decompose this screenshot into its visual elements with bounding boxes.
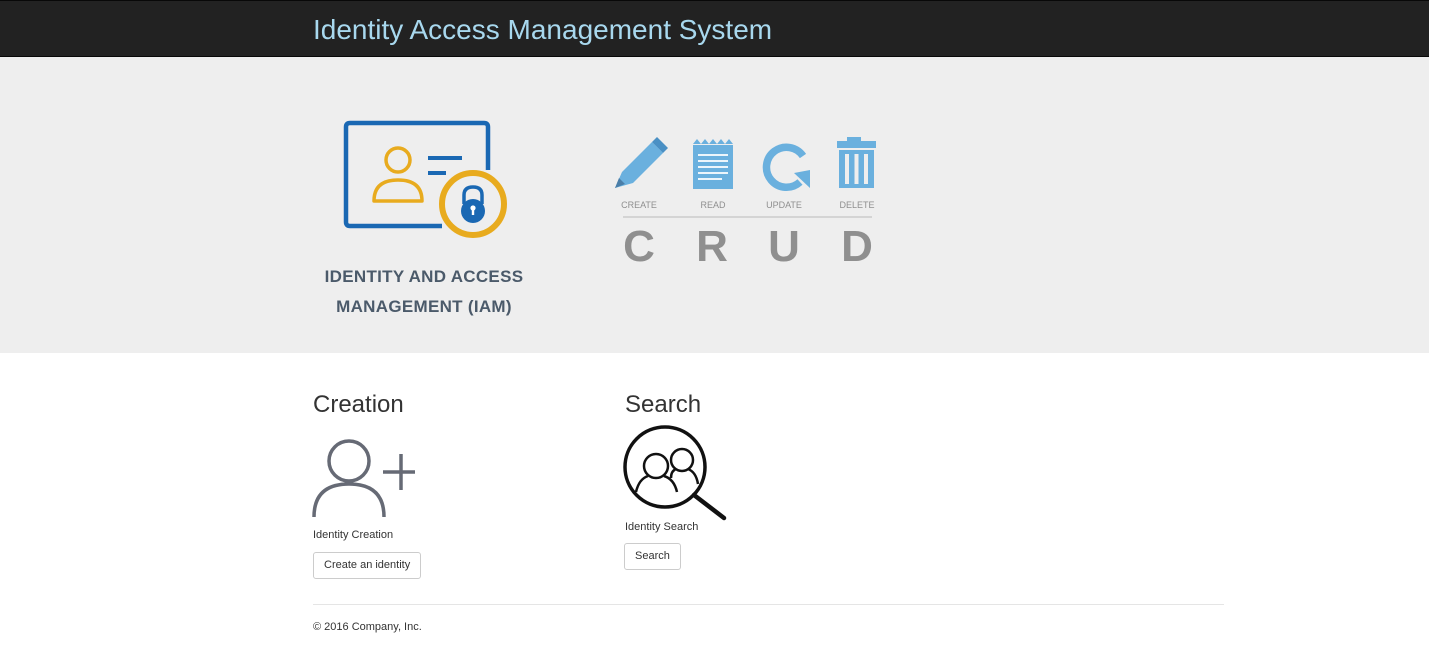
crud-letter-u: U <box>768 222 800 271</box>
trash-icon <box>837 137 876 188</box>
pencil-icon <box>615 137 668 188</box>
notepad-icon <box>693 139 733 189</box>
add-user-icon <box>312 439 415 518</box>
crud-label-create: CREATE <box>621 200 657 210</box>
creation-caption: Identity Creation <box>313 529 394 541</box>
top-navbar: Identity Access Management System <box>0 0 1429 57</box>
search-button[interactable]: Search <box>624 543 681 570</box>
footer-divider <box>313 604 1224 605</box>
navbar-brand-link[interactable]: Identity Access Management System <box>313 14 772 46</box>
search-caption: Identity Search <box>625 521 699 533</box>
crud-letter-c: C <box>623 222 655 271</box>
crud-label-read: READ <box>700 200 726 210</box>
crud-label-delete: DELETE <box>839 200 874 210</box>
creation-heading: Creation <box>313 391 404 418</box>
footer-copyright: © 2016 Company, Inc. <box>313 621 422 633</box>
iam-caption-line-1: IDENTITY AND ACCESS <box>324 267 524 286</box>
crud-graphic: CREATE READ UPDATE DELETE C R U D <box>615 137 876 271</box>
user-search-icon <box>623 425 727 521</box>
crud-letter-r: R <box>696 222 728 271</box>
crud-letter-d: D <box>841 222 873 271</box>
create-identity-button[interactable]: Create an identity <box>313 552 422 579</box>
crud-label-update: UPDATE <box>766 200 802 210</box>
iam-caption-line-2: MANAGEMENT (IAM) <box>336 297 512 316</box>
iam-id-card-lock-icon <box>343 120 507 238</box>
search-heading: Search <box>625 391 702 418</box>
iam-caption: IDENTITY AND ACCESS MANAGEMENT (IAM) <box>300 262 548 322</box>
refresh-icon <box>762 143 810 192</box>
